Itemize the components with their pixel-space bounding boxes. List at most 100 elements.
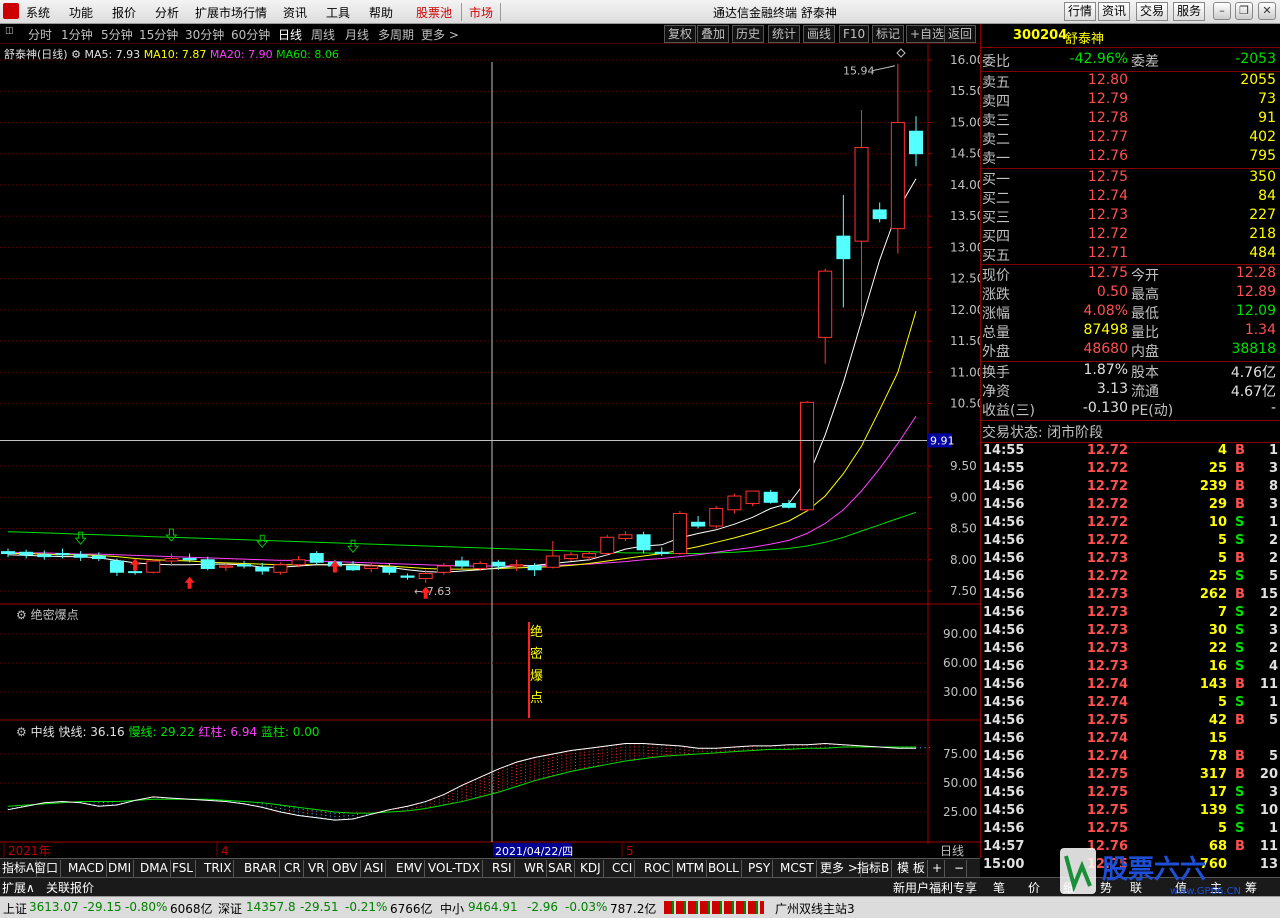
indicator2-settings-icon[interactable]: ⚙	[16, 725, 27, 739]
candle	[709, 506, 724, 529]
candle-body	[618, 534, 633, 540]
tick-count: 20	[1259, 767, 1278, 782]
news-button[interactable]: 资讯	[1098, 2, 1131, 21]
indicator-tab-17[interactable]: KDJ	[578, 860, 604, 877]
period-1[interactable]: 1分钟	[61, 26, 93, 43]
buy-volume: 218	[1249, 226, 1276, 242]
indicator-tab-6[interactable]: TRIX	[202, 860, 235, 877]
indicator-tab-23[interactable]: MCST	[778, 860, 817, 877]
toolbar-button-0[interactable]: 复权	[664, 25, 697, 43]
indicator-tab-5[interactable]: FSL	[170, 860, 196, 877]
period-9[interactable]: 多周期	[378, 26, 414, 43]
menu-4[interactable]: 扩展市场行情	[195, 4, 267, 21]
indicator-right-tab-0[interactable]: 指标B	[855, 860, 893, 877]
y-tick-label: 13.00	[950, 240, 980, 254]
period-0[interactable]: 分时	[28, 26, 52, 43]
period-3[interactable]: 15分钟	[139, 26, 178, 43]
menu-3[interactable]: 分析	[155, 4, 179, 21]
indicator-right-tab-2[interactable]: +	[930, 860, 946, 877]
toolbar-button-7[interactable]: +自选	[906, 25, 949, 43]
period-10[interactable]: 更多 >	[421, 26, 459, 43]
indicator-tab-8[interactable]: CR	[282, 860, 304, 877]
toolbar-button-5[interactable]: F10	[839, 25, 870, 43]
tick-price: 12.72	[1086, 533, 1128, 548]
indicator-tab-18[interactable]: CCI	[610, 860, 636, 877]
server-name[interactable]: 广州双线主站3	[775, 900, 855, 917]
restore-icon[interactable]: ❐	[1235, 2, 1253, 20]
menu-0[interactable]: 系统	[26, 4, 50, 21]
period-4[interactable]: 30分钟	[185, 26, 224, 43]
tick-time: 14:56	[983, 677, 1025, 692]
period-2[interactable]: 5分钟	[101, 26, 133, 43]
bottom-left-button-0[interactable]: 扩展∧	[2, 879, 35, 896]
indicator-tab-13[interactable]: VOL-TDX	[426, 860, 483, 877]
indicator-tab-15[interactable]: WR	[522, 860, 548, 877]
menu-5[interactable]: 资讯	[283, 4, 307, 21]
close-icon[interactable]: ✕	[1258, 2, 1276, 20]
indicator-tab-12[interactable]: EMV	[394, 860, 426, 877]
sell-label: 卖四	[982, 94, 1010, 110]
tick-time: 14:56	[983, 695, 1025, 710]
market-menu[interactable]: 市场	[469, 4, 493, 21]
indicator-tab-4[interactable]: DMA	[138, 860, 171, 877]
bottom-right-tab-1[interactable]: 笔	[993, 879, 1005, 896]
indicator-tab-14[interactable]: RSI	[490, 860, 515, 877]
indicator-right-tab-3[interactable]: −	[952, 860, 968, 877]
bottom-left-button-1[interactable]: 关联报价	[46, 879, 94, 896]
indicator-tab-20[interactable]: MTM	[674, 860, 708, 877]
bottom-right-tab-2[interactable]: 价	[1028, 879, 1040, 896]
service-button[interactable]: 服务	[1173, 2, 1206, 21]
indicator1-settings-icon[interactable]: ⚙	[16, 608, 27, 622]
indicator-tab-11[interactable]: ASI	[362, 860, 387, 877]
toolbar-toggle-icon[interactable]: ◫	[5, 26, 14, 36]
tick-count: 8	[1268, 479, 1278, 494]
period-8[interactable]: 月线	[345, 26, 369, 43]
tick-volume: 22	[1208, 641, 1227, 656]
explosion-marker-text: 点	[530, 691, 543, 706]
stock-pool-menu[interactable]: 股票池	[416, 4, 452, 21]
indicator-tab-10[interactable]: OBV	[330, 860, 361, 877]
tick-time: 14:56	[983, 821, 1025, 836]
menu-1[interactable]: 功能	[69, 4, 93, 21]
tick-price: 12.74	[1086, 731, 1128, 746]
menu-2[interactable]: 报价	[112, 4, 136, 21]
indicator-tab-2[interactable]: MACD	[66, 860, 107, 877]
period-7[interactable]: 周线	[311, 26, 335, 43]
tick-price: 12.75	[1086, 821, 1128, 836]
tick-time: 15:00	[983, 857, 1025, 872]
indicator-tab-9[interactable]: VR	[306, 860, 328, 877]
sell-signal-arrow-icon	[346, 539, 360, 554]
minimize-icon[interactable]: –	[1213, 2, 1231, 20]
period-5[interactable]: 60分钟	[231, 26, 270, 43]
bottom-right-tab-0[interactable]: 新用户福利专享	[893, 879, 977, 896]
menu-7[interactable]: 帮助	[369, 4, 393, 21]
tick-time: 14:56	[983, 803, 1025, 818]
settings-icon[interactable]: ⚙	[71, 48, 81, 61]
candle	[19, 549, 34, 559]
toolbar-button-4[interactable]: 画线	[803, 25, 836, 43]
menu-6[interactable]: 工具	[326, 4, 350, 21]
indicator-tab-1[interactable]: 窗口	[32, 860, 62, 877]
indicator-tab-16[interactable]: SAR	[546, 860, 576, 877]
toolbar-button-2[interactable]: 历史	[732, 25, 765, 43]
indicator-tab-7[interactable]: BRAR	[242, 860, 280, 877]
indicator-tab-19[interactable]: ROC	[642, 860, 674, 877]
period-6[interactable]: 日线	[278, 26, 302, 43]
toolbar-button-1[interactable]: 叠加	[697, 25, 730, 43]
indicator-right-tab-1[interactable]: 模 板	[895, 860, 928, 877]
tick-time: 14:56	[983, 479, 1025, 494]
sz-index-change: -29.51	[300, 900, 339, 914]
toolbar-button-3[interactable]: 统计	[768, 25, 801, 43]
indicator-tab-3[interactable]: DMI	[106, 860, 135, 877]
sz-index-pct: -0.21%	[345, 900, 388, 914]
indicator-tab-22[interactable]: PSY	[746, 860, 774, 877]
candle-body	[582, 553, 597, 558]
trade-button[interactable]: 交易	[1136, 2, 1169, 21]
tick-time: 14:56	[983, 731, 1025, 746]
toolbar-button-6[interactable]: 标记	[872, 25, 905, 43]
toolbar-button-8[interactable]: 返回	[944, 25, 977, 43]
stat-row: 涨幅 4.08% 最低 12.09	[981, 303, 1280, 322]
ma20-label: MA20: 7.90	[209, 48, 273, 61]
quote-button[interactable]: 行情	[1064, 2, 1097, 21]
indicator-tab-21[interactable]: BOLL	[706, 860, 742, 877]
